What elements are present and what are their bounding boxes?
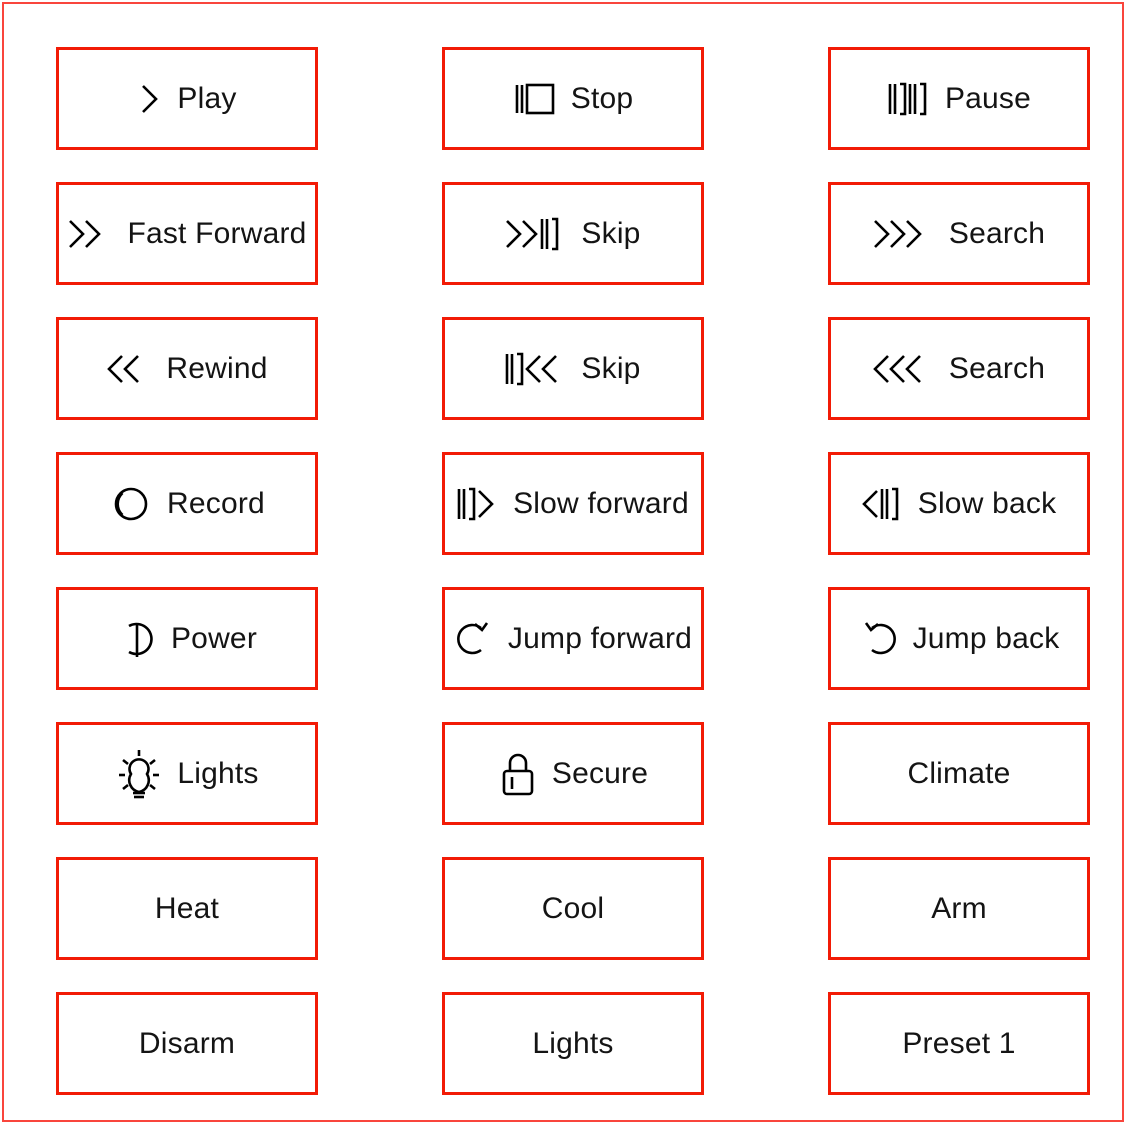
button-skip-back[interactable]: Skip: [442, 317, 704, 420]
button-content: Search: [873, 347, 1045, 391]
lock-icon: [498, 750, 538, 798]
app-frame: Play Stop Pause Fast Forward Skip Search Rewin…: [2, 2, 1124, 1122]
button-label: Lights: [177, 756, 259, 790]
button-search-forward[interactable]: Search: [828, 182, 1090, 285]
button-content: Stop: [513, 77, 634, 121]
button-content: Climate: [907, 756, 1011, 790]
button-arm[interactable]: Arm: [828, 857, 1090, 960]
chevron-right-single-icon: [137, 77, 163, 121]
button-heat[interactable]: Heat: [56, 857, 318, 960]
button-power[interactable]: Power: [56, 587, 318, 690]
button-content: Play: [137, 77, 236, 121]
button-label: Heat: [154, 891, 220, 925]
button-content: Disarm: [138, 1026, 236, 1060]
button-label: Climate: [907, 756, 1011, 790]
button-content: Arm: [931, 891, 987, 925]
button-content: Record: [109, 482, 265, 526]
button-content: Lights: [532, 1026, 614, 1060]
button-label: Arm: [931, 891, 987, 925]
button-skip-forward[interactable]: Skip: [442, 182, 704, 285]
rotate-clockwise-icon: [454, 617, 494, 661]
button-label: Slow forward: [513, 486, 689, 520]
button-search-back[interactable]: Search: [828, 317, 1090, 420]
button-cool[interactable]: Cool: [442, 857, 704, 960]
button-content: Slow forward: [457, 482, 689, 526]
bar-chevron-right-icon: [457, 482, 499, 526]
button-label: Jump forward: [507, 621, 693, 655]
button-slow-forward[interactable]: Slow forward: [442, 452, 704, 555]
button-lights-2[interactable]: Lights: [442, 992, 704, 1095]
button-label: Pause: [944, 81, 1032, 115]
chevron-left-triple-icon: [873, 347, 935, 391]
button-content: Search: [873, 212, 1045, 256]
chevron-right-triple-icon: [873, 212, 935, 256]
button-fast-forward[interactable]: Fast Forward: [56, 182, 318, 285]
bar-chevron-left-double-icon: [505, 347, 567, 391]
button-disarm[interactable]: Disarm: [56, 992, 318, 1095]
button-content: Jump back: [859, 617, 1060, 661]
button-stop[interactable]: Stop: [442, 47, 704, 150]
button-jump-forward[interactable]: Jump forward: [442, 587, 704, 690]
button-label: Stop: [570, 81, 634, 115]
button-content: Secure: [498, 750, 648, 798]
button-secure[interactable]: Secure: [442, 722, 704, 825]
chevron-right-double-bar-icon: [505, 212, 567, 256]
stop-bar-square-icon: [513, 77, 557, 121]
button-rewind[interactable]: Rewind: [56, 317, 318, 420]
button-label: Lights: [532, 1026, 614, 1060]
button-grid: Play Stop Pause Fast Forward Skip Search Rewin…: [56, 47, 1090, 1095]
button-content: Pause: [887, 77, 1031, 121]
lightbulb-icon: [115, 748, 163, 800]
button-label: Play: [177, 81, 237, 115]
button-content: Jump forward: [454, 617, 692, 661]
button-label: Rewind: [166, 351, 268, 385]
button-content: Slow back: [861, 482, 1057, 526]
chevron-right-double-icon: [67, 212, 113, 256]
button-preset-1[interactable]: Preset 1: [828, 992, 1090, 1095]
button-label: Slow back: [917, 486, 1057, 520]
button-content: Fast Forward: [67, 212, 306, 256]
button-content: Skip: [505, 212, 640, 256]
button-record[interactable]: Record: [56, 452, 318, 555]
chevron-left-double-icon: [106, 347, 152, 391]
record-circle-icon: [109, 482, 153, 526]
button-label: Cool: [541, 891, 605, 925]
button-label: Record: [167, 486, 265, 520]
button-label: Skip: [581, 216, 641, 250]
button-label: Disarm: [138, 1026, 236, 1060]
button-climate[interactable]: Climate: [828, 722, 1090, 825]
button-play[interactable]: Play: [56, 47, 318, 150]
button-label: Fast Forward: [127, 216, 307, 250]
button-lights[interactable]: Lights: [56, 722, 318, 825]
button-content: Skip: [505, 347, 640, 391]
button-jump-back[interactable]: Jump back: [828, 587, 1090, 690]
button-label: Search: [948, 351, 1046, 385]
button-content: Power: [117, 617, 257, 661]
button-label: Preset 1: [902, 1026, 1016, 1060]
button-content: Cool: [541, 891, 605, 925]
button-slow-back[interactable]: Slow back: [828, 452, 1090, 555]
rotate-counterclockwise-icon: [859, 617, 899, 661]
button-pause[interactable]: Pause: [828, 47, 1090, 150]
button-label: Secure: [551, 756, 649, 790]
button-content: Lights: [115, 748, 258, 800]
pause-double-bar-icon: [887, 77, 931, 121]
button-label: Power: [170, 621, 258, 655]
chevron-left-bar-icon: [861, 482, 904, 526]
button-content: Preset 1: [902, 1026, 1016, 1060]
button-label: Skip: [581, 351, 641, 385]
button-content: Rewind: [106, 347, 267, 391]
button-content: Heat: [154, 891, 220, 925]
power-icon: [117, 617, 157, 661]
button-label: Jump back: [912, 621, 1060, 655]
button-label: Search: [948, 216, 1046, 250]
